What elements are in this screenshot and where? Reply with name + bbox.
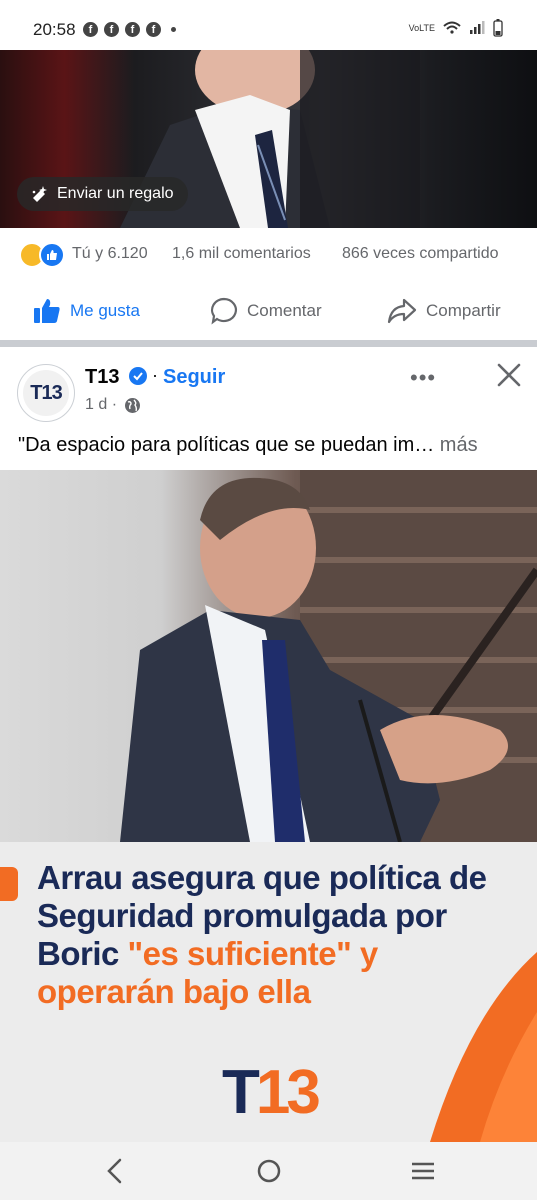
share-button[interactable]: Compartir <box>387 288 501 334</box>
verified-badge-icon <box>129 367 147 385</box>
post-text: "Da espacio para políticas que se puedan… <box>18 434 478 457</box>
facebook-icon: f <box>146 22 161 37</box>
back-icon[interactable] <box>103 1156 127 1186</box>
post-text-body: "Da espacio para políticas que se puedan… <box>18 434 435 456</box>
reactions-summary[interactable]: Tú y 6.120 1,6 mil comentarios 866 veces… <box>0 238 537 272</box>
comment-bubble-icon <box>211 297 237 325</box>
reactions-count[interactable]: Tú y 6.120 <box>72 245 148 263</box>
post-header: T13 T13 · Seguir 1 d · ••• <box>0 347 537 427</box>
logo-number-13: 13 <box>255 1058 321 1127</box>
headline-card[interactable]: Arrau asegura que política de Seguridad … <box>0 842 537 1142</box>
feed-divider <box>0 340 537 347</box>
like-reaction-icon <box>39 242 65 268</box>
home-icon[interactable] <box>255 1156 283 1186</box>
more-notifications-dot <box>171 27 176 32</box>
recent-apps-icon[interactable] <box>409 1156 437 1186</box>
page-name[interactable]: T13 <box>85 366 119 389</box>
follow-button[interactable]: Seguir <box>163 366 225 389</box>
share-label: Compartir <box>426 301 501 320</box>
t13-avatar-logo: T13 <box>23 370 69 416</box>
like-button[interactable]: Me gusta <box>33 288 140 334</box>
shares-count[interactable]: 866 veces compartido <box>342 245 499 263</box>
post-photo[interactable] <box>0 470 537 842</box>
post-actions: Me gusta Comentar Compartir <box>0 288 537 334</box>
avatar-logo-text: T13 <box>30 381 62 404</box>
send-gift-button[interactable]: Enviar un regalo <box>17 177 188 211</box>
see-more-link[interactable]: más <box>440 434 478 456</box>
post-timestamp[interactable]: 1 d · <box>85 396 117 414</box>
globe-icon <box>125 398 140 413</box>
gift-sparkle-icon <box>32 186 47 202</box>
status-time: 20:58 <box>33 20 76 39</box>
speaker-at-podium-image <box>120 470 537 842</box>
status-indicators: VoLTE <box>409 19 503 37</box>
system-navigation-bar <box>0 1142 537 1200</box>
comment-button[interactable]: Comentar <box>210 288 322 334</box>
close-icon[interactable] <box>495 361 523 389</box>
reaction-icons <box>19 242 65 268</box>
notification-icons: f f f f <box>83 22 176 37</box>
status-bar: 20:58 f f f f VoLTE <box>0 0 537 50</box>
facebook-icon: f <box>125 22 140 37</box>
comments-count[interactable]: 1,6 mil comentarios <box>172 245 311 263</box>
t13-logo: T13 <box>222 1057 321 1128</box>
wifi-icon <box>443 21 461 34</box>
more-options-button[interactable]: ••• <box>410 365 436 391</box>
logo-letter-t: T <box>222 1058 260 1127</box>
signal-icon <box>470 21 485 34</box>
header-separator: · <box>152 365 158 385</box>
battery-icon <box>493 19 503 37</box>
volte-label: VoLTE <box>408 23 435 33</box>
facebook-icon: f <box>83 22 98 37</box>
facebook-icon: f <box>104 22 119 37</box>
like-label: Me gusta <box>70 301 140 320</box>
comment-label: Comentar <box>247 301 322 320</box>
share-arrow-icon <box>387 298 417 324</box>
page-avatar[interactable]: T13 <box>17 364 75 422</box>
thumbs-up-icon <box>34 299 60 323</box>
send-gift-label: Enviar un regalo <box>57 185 174 202</box>
